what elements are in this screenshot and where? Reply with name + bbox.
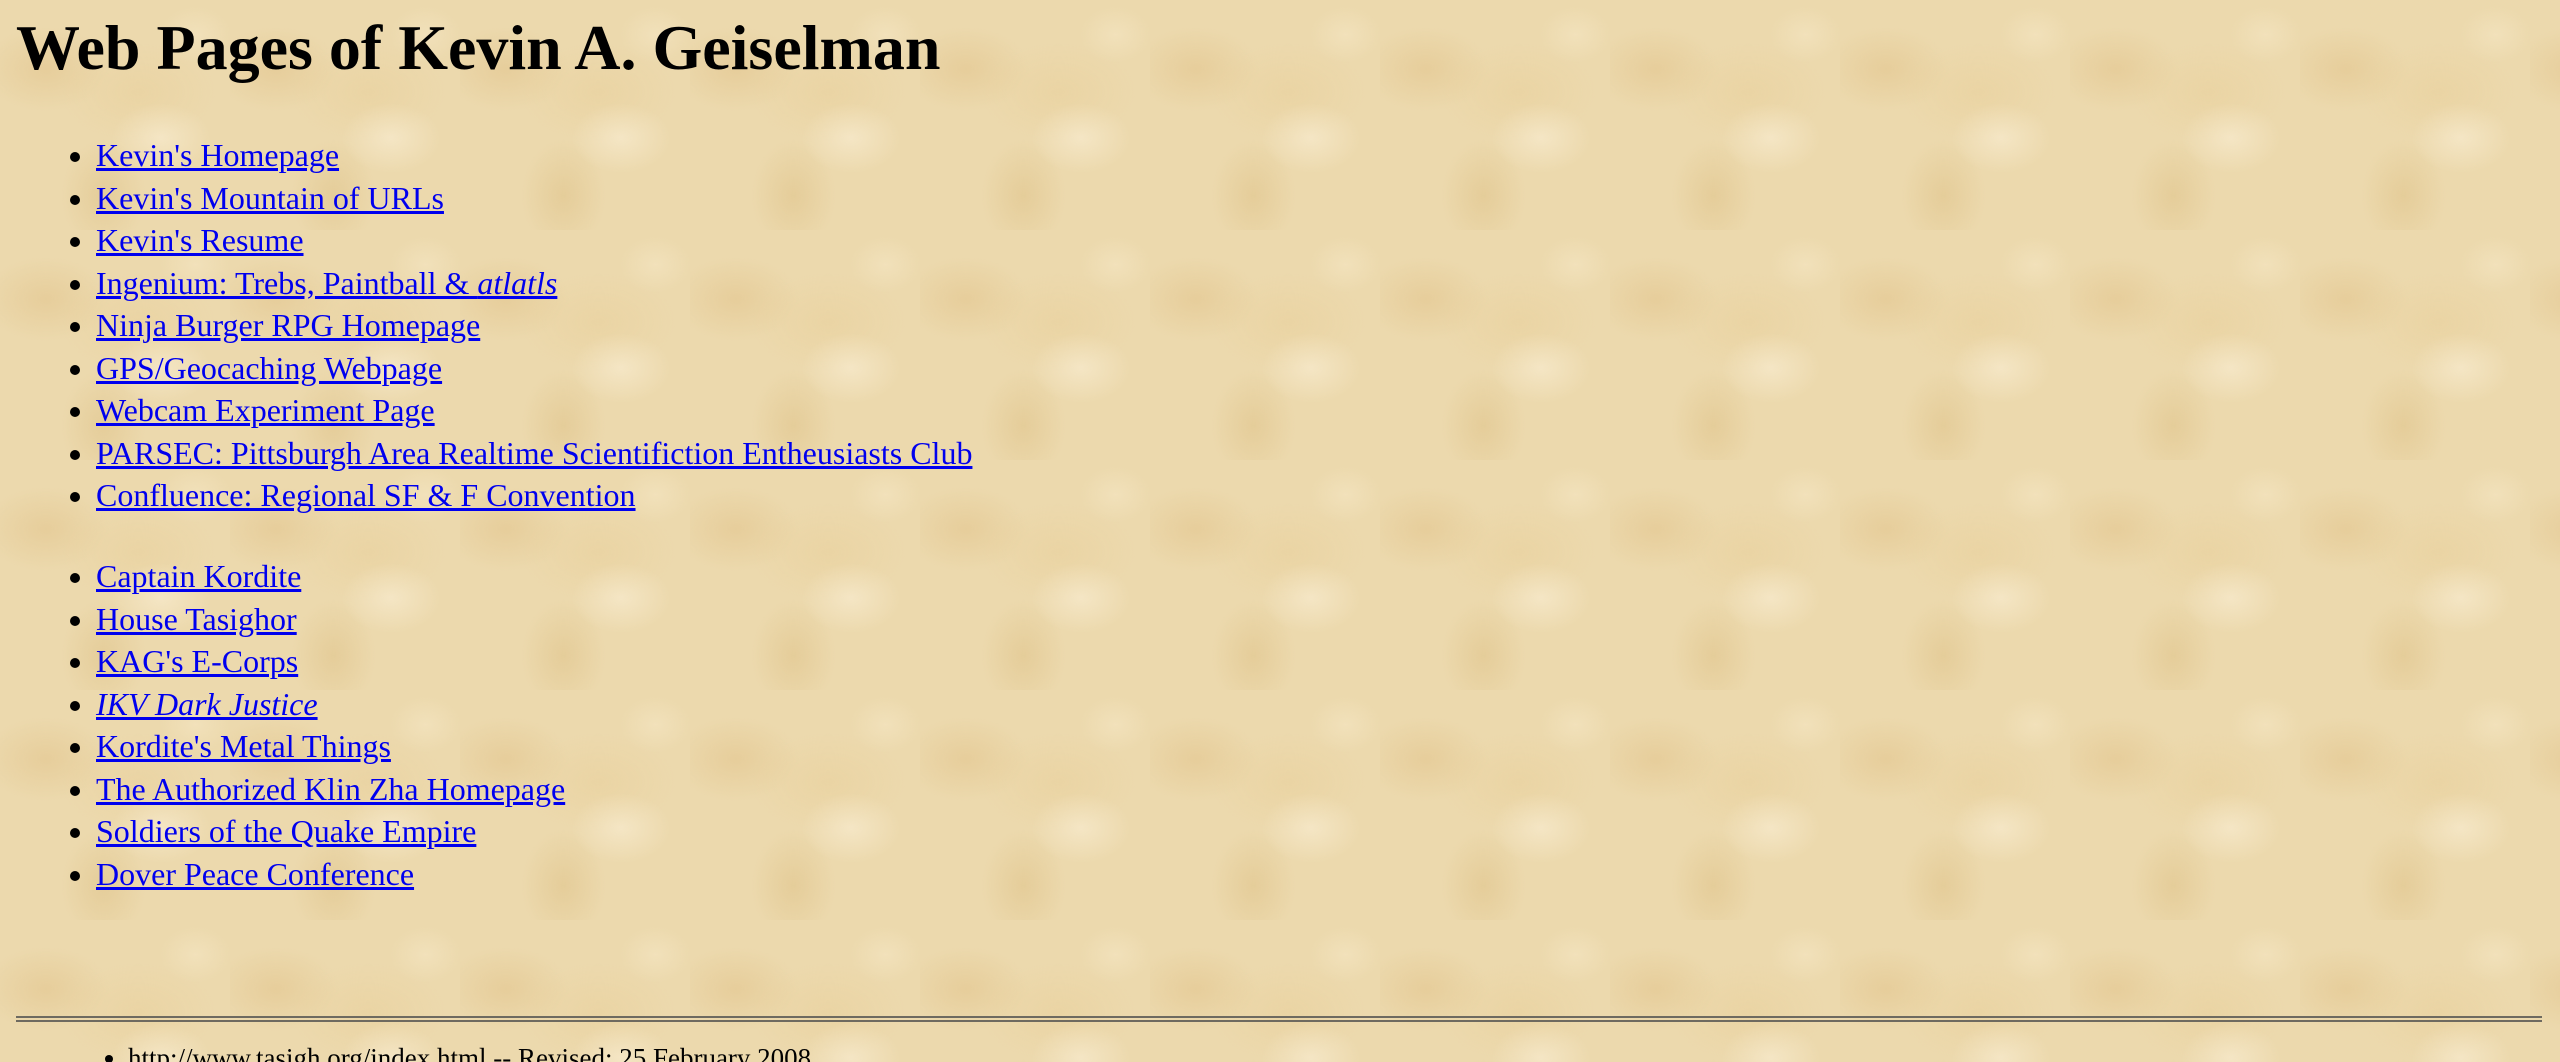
link-webcam-experiment[interactable]: Webcam Experiment Page [96,392,435,428]
list-item: Kordite's Metal Things [96,725,565,768]
link-kags-e-corps[interactable]: KAG's E-Corps [96,643,298,679]
list-item: Kevin's Resume [96,219,972,262]
list-item: Kevin's Mountain of URLs [96,177,972,220]
link-ninja-burger[interactable]: Ninja Burger RPG Homepage [96,307,480,343]
link-house-tasighor[interactable]: House Tasighor [96,601,297,637]
list-item: Ninja Burger RPG Homepage [96,304,972,347]
link-confluence[interactable]: Confluence: Regional SF & F Convention [96,477,636,513]
list-item: Ingenium: Trebs, Paintball & atlatls [96,262,972,305]
ingenium-label-italic: atlatls [477,264,558,301]
list-item: Captain Kordite [96,555,565,598]
link-soldiers-quake-empire[interactable]: Soldiers of the Quake Empire [96,813,476,849]
ikv-dark-justice-label: IKV Dark Justice [96,685,318,722]
link-ingenium[interactable]: Ingenium: Trebs, Paintball & atlatls [96,265,557,301]
link-gps-geocaching[interactable]: GPS/Geocaching Webpage [96,350,442,386]
list-item: Webcam Experiment Page [96,389,972,432]
list-item: Dover Peace Conference [96,853,565,896]
primary-links-list: Kevin's Homepage Kevin's Mountain of URL… [0,134,972,517]
list-item: Soldiers of the Quake Empire [96,810,565,853]
link-dover-peace-conference[interactable]: Dover Peace Conference [96,856,414,892]
link-kordites-metal-things[interactable]: Kordite's Metal Things [96,728,391,764]
link-captain-kordite[interactable]: Captain Kordite [96,558,301,594]
list-item: IKV Dark Justice [96,683,565,726]
list-item: House Tasighor [96,598,565,641]
link-parsec[interactable]: PARSEC: Pittsburgh Area Realtime Scienti… [96,435,972,471]
page-title: Web Pages of Kevin A. Geiselman [16,12,941,83]
link-kevins-resume[interactable]: Kevin's Resume [96,222,304,258]
ingenium-label: Ingenium: Trebs, Paintball & [96,264,478,301]
list-item: GPS/Geocaching Webpage [96,347,972,390]
footer-list: http://www.tasigh.org/index.html -- Revi… [0,1040,811,1062]
footer-divider [16,1016,2542,1022]
link-ikv-dark-justice[interactable]: IKV Dark Justice [96,686,318,722]
list-item: Confluence: Regional SF & F Convention [96,474,972,517]
list-item: KAG's E-Corps [96,640,565,683]
list-item: The Authorized Klin Zha Homepage [96,768,565,811]
secondary-links-list: Captain Kordite House Tasighor KAG's E-C… [0,555,565,895]
link-mountain-of-urls[interactable]: Kevin's Mountain of URLs [96,180,444,216]
footer-text: http://www.tasigh.org/index.html -- Revi… [128,1040,811,1062]
list-item: Kevin's Homepage [96,134,972,177]
list-item: PARSEC: Pittsburgh Area Realtime Scienti… [96,432,972,475]
link-kevins-homepage[interactable]: Kevin's Homepage [96,137,339,173]
link-klin-zha-homepage[interactable]: The Authorized Klin Zha Homepage [96,771,565,807]
